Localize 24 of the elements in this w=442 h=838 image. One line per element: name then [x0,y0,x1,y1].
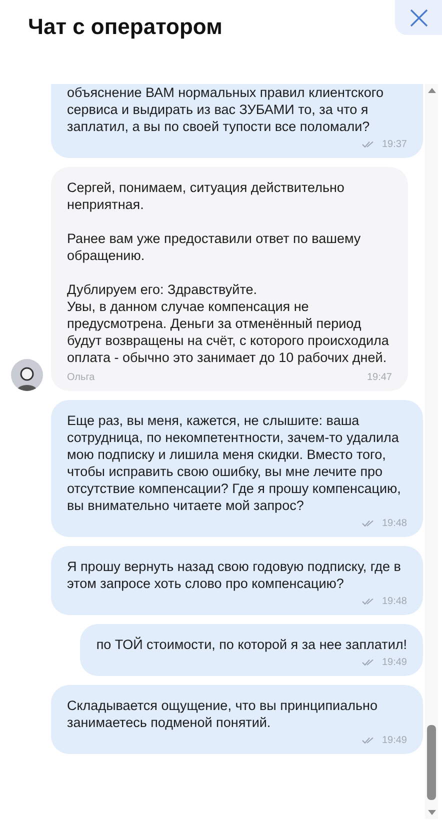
message-text: Складывается ощущение, что вы принципиально занимаетесь подменой понятий. [67,697,378,731]
message-time: 19:49 [382,734,407,748]
double-check-icon [362,598,374,605]
message-text: Сергей, понимаем, ситуация действительно неприятная. Ранее вам уже предоставили ответ по вашему обращению. Дублируем его: Здравствуйте. Увы, в данном случае компенсация не предусмотрена. Деньги за отменённый период будут возвращены на счёт, с которого происходила оплата - обычно это занимает до 10 рабочих дней. [67,179,390,366]
double-check-icon [362,659,374,666]
close-icon [410,8,428,26]
scroll-down-icon[interactable] [428,810,436,815]
double-check-icon [362,141,374,148]
double-check-icon [362,737,374,744]
message-time: 19:37 [382,138,407,152]
message-text: Еще раз, вы меня, кажется, не слышите: ваша сотрудница, по некомпетентности, зачем-то удалила мою подписку и лишила меня скидки. Вместо того, чтобы исправить свою ошибку, вы мне лечите про отсутствие компенсации? Где я прошу компенсацию, вы внимательно читаете мой запрос? [67,412,402,514]
double-check-icon [362,520,374,527]
scroll-up-icon[interactable] [428,88,436,93]
message-text: по ТОЙ стоимости, по которой я за нее заплатил! [96,636,407,653]
close-button[interactable] [395,0,442,35]
message-time: 19:47 [366,371,392,385]
message-text: Я прошу вернуть назад свою годовую подписку, где в этом запросе хоть слово про компенсацию? [67,558,402,592]
message-time: 19:49 [382,656,407,670]
operator-name: Ольга [67,371,95,385]
message-time: 19:48 [382,595,407,609]
message-time: 19:48 [382,517,407,531]
message-text: объяснение ВАМ нормальных правил клиентского сервиса и выдирать из вас ЗУБАМИ то, за что я заплатил, а вы по своей тупости все поломали? [67,84,384,135]
scrollbar-thumb[interactable] [427,725,436,800]
chat-title: Чат с оператором [28,13,222,41]
